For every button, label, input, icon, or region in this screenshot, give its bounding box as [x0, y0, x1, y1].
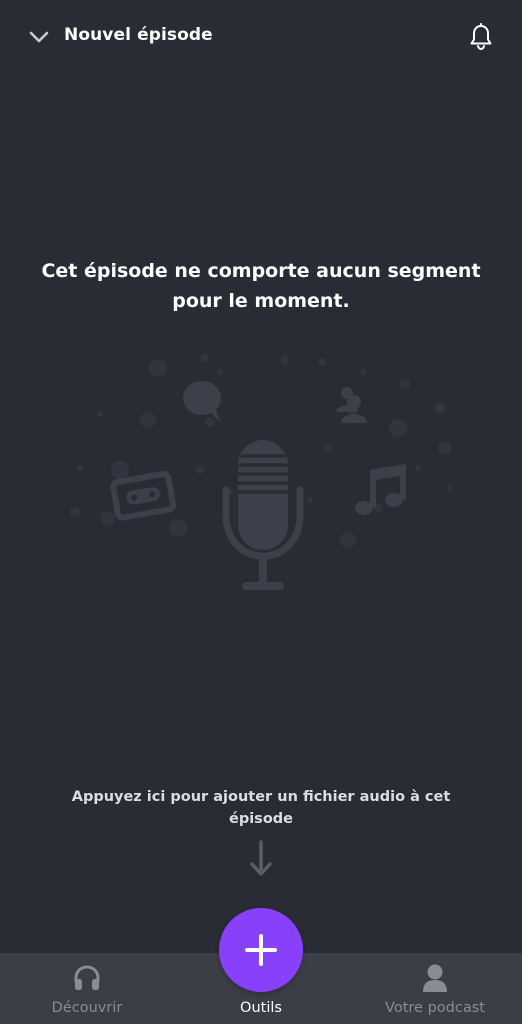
nav-item-discover[interactable]: Découvrir: [37, 953, 137, 1024]
arrow-down-icon: [250, 840, 272, 876]
headphones-icon: [74, 965, 100, 990]
add-audio-hint: Appuyez ici pour ajouter un fichier audi…: [71, 789, 451, 827]
nav-item-label: Découvrir: [51, 1000, 123, 1016]
collapse-button[interactable]: [24, 22, 54, 52]
users-icon: [336, 387, 367, 423]
bell-icon: [470, 23, 492, 51]
empty-state-illustration: [70, 354, 453, 590]
chevron-down-icon: [29, 31, 49, 43]
page-title: Nouvel épisode: [64, 25, 213, 45]
notification-button[interactable]: [466, 22, 496, 52]
speech-bubble-icon: [183, 381, 221, 422]
nav-item-your-podcast[interactable]: Votre podcast: [375, 953, 495, 1024]
cassette-icon: [110, 471, 177, 521]
microphone-icon: [222, 440, 304, 590]
header: Nouvel épisode: [0, 0, 522, 72]
app-screen: Nouvel épisode Cet épisode ne comporte a…: [0, 0, 522, 1024]
add-segment-button[interactable]: [219, 908, 303, 992]
empty-state-message: Cet épisode ne comporte aucun segment po…: [41, 260, 481, 312]
nav-item-label: Votre podcast: [385, 1000, 485, 1016]
plus-icon: [245, 934, 277, 966]
user-icon: [423, 964, 447, 992]
nav-item-label: Outils: [240, 1000, 282, 1016]
